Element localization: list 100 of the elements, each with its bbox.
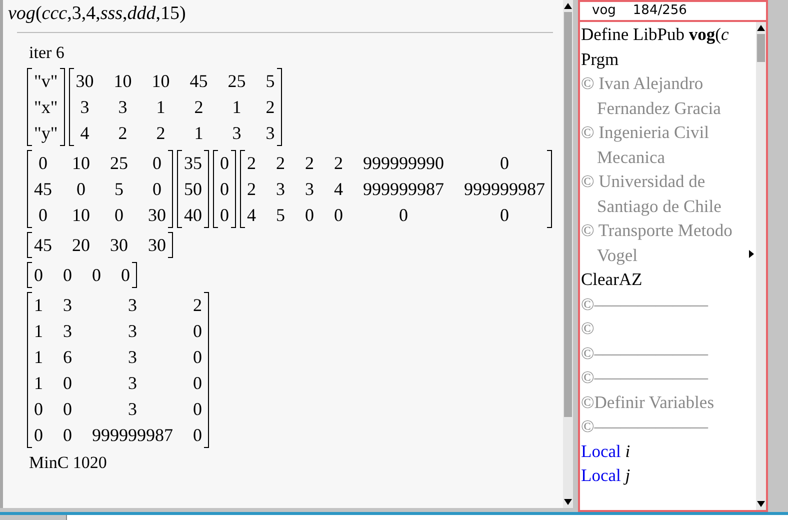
matrix-cell-text: 0 xyxy=(193,372,202,395)
comment-line: ©––––––––––––– xyxy=(581,292,710,316)
program-name: vog xyxy=(592,2,616,20)
scroll-thumb[interactable] xyxy=(564,12,572,417)
matrix-cell-text: 0 xyxy=(63,372,72,395)
matrix-cell-text: 2 xyxy=(117,122,128,145)
matrix-cell-text: 35 xyxy=(184,152,202,175)
matrix-cell-text: 1 xyxy=(155,96,166,119)
matrix-cell-text: 0 xyxy=(38,152,48,175)
matrix-cell-text: 999999990 xyxy=(363,152,444,175)
output-text: iter 6 xyxy=(28,42,66,64)
code-line: Local j xyxy=(581,464,632,487)
matrix-cell-text: 45 xyxy=(190,70,208,93)
matrix-cell-text: 45 xyxy=(34,178,52,201)
matrix-cell-text: 0 xyxy=(152,152,162,175)
matrix-cell-text: 10 xyxy=(72,152,90,175)
matrix-cell-text: 50 xyxy=(184,178,202,201)
comment-line: © xyxy=(581,317,596,340)
matrix-cell-text: 5 xyxy=(266,70,275,93)
matrix-cell-text: 1 xyxy=(34,294,43,317)
matrix-cell-text: 0 xyxy=(63,424,72,447)
matrix-cell-text: 4 xyxy=(79,122,90,145)
matrix-cell-text: 0 xyxy=(193,320,202,343)
matrix-cell-text: 0 xyxy=(334,204,343,227)
matrix-cell-text: 3 xyxy=(127,398,138,421)
matrix-cell-text: 2 xyxy=(193,96,204,119)
comment-line: ©Definir Variables xyxy=(581,390,716,414)
matrix-cell-text: 40 xyxy=(184,204,202,227)
matrix-cell-text: 0 xyxy=(114,204,124,227)
matrix-cell-text: 3 xyxy=(127,346,138,369)
output-text: MinC 1020 xyxy=(28,452,108,474)
scroll-up-icon[interactable] xyxy=(564,3,572,9)
matrix-cell-text: 0 xyxy=(63,264,72,287)
matrix-cell-text: 1 xyxy=(34,346,43,369)
matrix-cell-text: 10 xyxy=(114,70,132,93)
matrix-cell-text: 3 xyxy=(231,122,242,145)
input-expression[interactable]: vog(ccc,3,4,sss,ddd,15) xyxy=(3,0,563,29)
matrix-cell-text: 999999987 xyxy=(92,424,173,447)
matrix-cell-text: 2 xyxy=(276,152,285,175)
matrix-cell-text: 2 xyxy=(334,152,343,175)
matrix-cell-text: 0 xyxy=(34,264,43,287)
matrix-cell-text: 2 xyxy=(155,122,166,145)
matrix-cell-text: 3 xyxy=(117,96,128,119)
matrix-cell-text: "y" xyxy=(34,122,58,145)
code-line: Local i xyxy=(581,440,632,462)
triangle-icon xyxy=(749,250,754,258)
matrix-cell-text: 2 xyxy=(305,152,314,175)
matrix-cell-text: 0 xyxy=(499,204,510,227)
matrix-cell-text: 30 xyxy=(148,204,166,227)
matrix-cell-text: 0 xyxy=(499,152,510,175)
scroll-up-icon[interactable] xyxy=(757,25,765,31)
matrix-cell-text: 0 xyxy=(34,424,43,447)
matrix-cell-text: 25 xyxy=(228,70,246,93)
matrix-cell-text: 1 xyxy=(34,320,43,343)
matrix-cell-text: 30 xyxy=(148,234,166,257)
matrix-cell-text: 0 xyxy=(220,178,229,201)
matrix-cell-text: 3 xyxy=(276,178,285,201)
code-line: Prgm xyxy=(581,48,620,71)
matrix-cell-text: 45 xyxy=(34,234,52,257)
scroll-down-icon[interactable] xyxy=(564,499,572,505)
matrix-cell-text: 0 xyxy=(152,178,162,201)
matrix-cell-text: "x" xyxy=(34,96,58,119)
scroll-down-icon[interactable] xyxy=(757,501,765,507)
matrix-cell-text: 3 xyxy=(127,294,138,317)
matrix-cell-text: 4 xyxy=(334,178,343,201)
matrix-cell-text: 20 xyxy=(72,234,90,257)
matrix-cell-text: 2 xyxy=(266,96,275,119)
code-line: ClearAZ xyxy=(581,268,644,291)
matrix-cell-text: 0 xyxy=(193,398,202,421)
matrix-cell-text: 0 xyxy=(220,204,229,227)
matrix-cell-text: 5 xyxy=(114,178,124,201)
matrix-cell-text: 3 xyxy=(266,122,275,145)
matrix-cell-text: 6 xyxy=(63,346,72,369)
matrix-cell-text: 999999987 xyxy=(363,178,444,201)
comment-line: ©––––––––––––– xyxy=(581,342,710,364)
code-line: Define LibPub vog(c xyxy=(581,23,730,46)
matrix-cell-text: 10 xyxy=(152,70,170,93)
matrix-cell-text: 3 xyxy=(63,294,72,317)
comment-line: ©––––––––––––– xyxy=(581,415,710,438)
matrix-cell-text: 0 xyxy=(63,398,72,421)
scroll-thumb[interactable] xyxy=(757,34,765,62)
matrix-cell-text: 1 xyxy=(231,96,242,119)
matrix-cell-text: 10 xyxy=(72,204,90,227)
comment-line: © Ingenieria Civil Mecanica xyxy=(581,121,710,168)
matrix-cell-text: 0 xyxy=(398,204,409,227)
matrix-cell-text: 0 xyxy=(34,398,43,421)
matrix-cell-text: 3 xyxy=(305,178,314,201)
matrix-cell-text: 4 xyxy=(247,204,256,227)
matrix-cell-text: 999999987 xyxy=(464,178,545,201)
matrix-cell-text: 1 xyxy=(193,122,204,145)
matrix-cell-text: 30 xyxy=(76,70,94,93)
matrix-cell-text: 2 xyxy=(193,294,202,317)
matrix-cell-text: 3 xyxy=(127,372,138,395)
comment-line: © Universidad de Santiago de Chile xyxy=(581,170,722,218)
matrix-cell-text: 3 xyxy=(79,96,90,119)
matrix-cell-text: 0 xyxy=(305,204,314,227)
matrix-cell-text: 2 xyxy=(247,152,256,175)
matrix-cell-text: 0 xyxy=(76,178,86,201)
matrix-cell-text: "v" xyxy=(34,70,58,93)
matrix-cell-text: 1 xyxy=(34,372,43,395)
